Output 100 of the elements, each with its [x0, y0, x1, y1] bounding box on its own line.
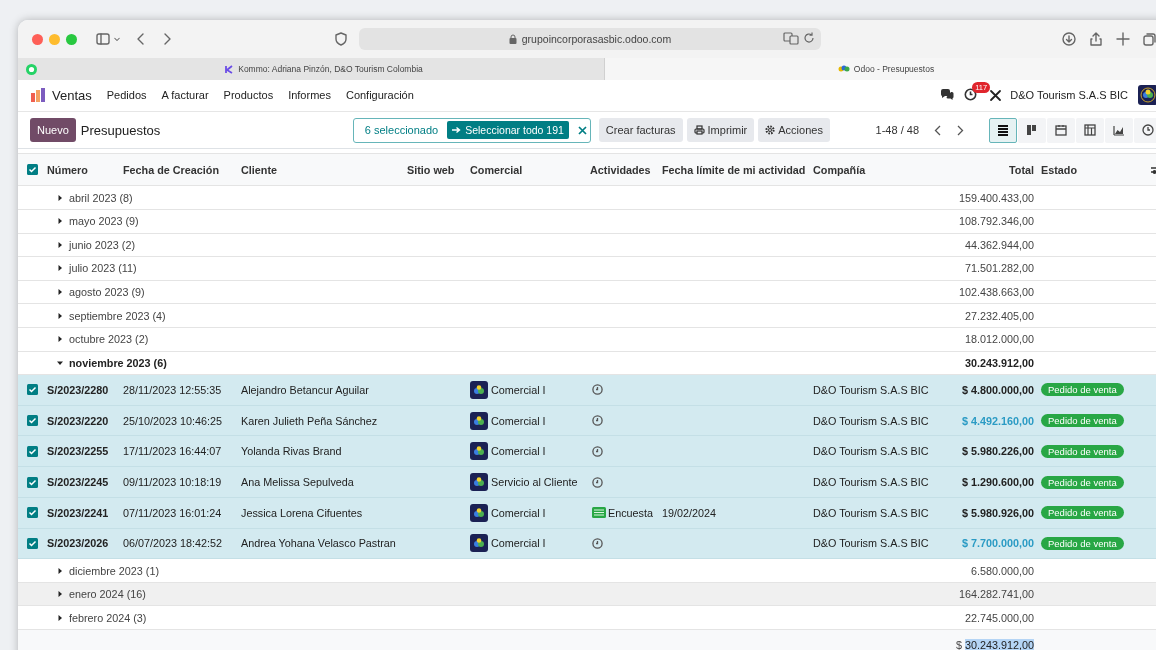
group-row[interactable]: noviembre 2023 (6) 30.243.912,00 — [18, 351, 1156, 376]
group-row[interactable]: abril 2023 (8) 159.400.433,00 — [18, 186, 1156, 210]
caret-icon[interactable] — [57, 289, 63, 295]
record-row[interactable]: S/2023/2026 06/07/2023 18:42:52 Andrea Yohana Velasco Pastran Comercial I D&O Tourism S.A.S BIC $ 7.700.000,00 Pedido de venta — [18, 528, 1156, 560]
activity-label[interactable]: Encuesta — [608, 506, 654, 519]
column-header[interactable]: Fecha límite de mi actividad — [662, 163, 813, 176]
download-icon[interactable] — [1061, 31, 1077, 47]
clock-icon[interactable] — [592, 384, 603, 396]
caret-icon[interactable] — [57, 241, 63, 248]
caret-icon[interactable] — [57, 336, 63, 343]
caret-icon[interactable] — [57, 567, 63, 574]
view-list-button[interactable] — [989, 117, 1017, 143]
caret-icon[interactable] — [57, 218, 63, 225]
menu-item[interactable]: Configuración — [345, 89, 414, 102]
address-bar[interactable]: grupoincorporasasbic.odoo.com — [359, 28, 821, 50]
group-row[interactable]: junio 2023 (2) 44.362.944,00 — [18, 233, 1156, 258]
column-header[interactable]: Estado — [1041, 163, 1135, 176]
caret-icon[interactable] — [57, 614, 63, 621]
group-row[interactable]: septiembre 2023 (4) 27.232.405,00 — [18, 304, 1156, 328]
column-header[interactable]: Fecha de Creación — [123, 163, 241, 176]
group-total: 108.792.346,00 — [957, 215, 1034, 228]
checkbox[interactable] — [27, 476, 38, 488]
action-button[interactable]: Acciones — [758, 118, 830, 143]
checkbox[interactable] — [27, 445, 38, 457]
checkbox[interactable] — [27, 384, 38, 396]
user-avatar[interactable] — [1138, 85, 1156, 106]
caret-icon[interactable] — [57, 359, 63, 366]
tab-overview-icon[interactable] — [1142, 31, 1156, 47]
checkbox[interactable] — [27, 164, 38, 176]
app-logo-icon[interactable] — [30, 87, 46, 104]
shield-icon[interactable] — [333, 31, 349, 47]
browser-tab[interactable]: Odoo - Presupuestos — [605, 58, 1156, 80]
table-cell-text: D&O Tourism S.A.S BIC — [813, 414, 930, 427]
group-label: septiembre 2023 (4) — [69, 309, 166, 322]
sidebar-icon[interactable] — [95, 31, 111, 47]
group-row[interactable]: mayo 2023 (9) 108.792.346,00 — [18, 209, 1156, 234]
clock-icon[interactable] — [592, 476, 603, 488]
close-window-button[interactable] — [32, 33, 43, 45]
column-header[interactable]: Total — [940, 163, 1034, 176]
column-header[interactable]: Cliente — [241, 163, 407, 176]
clock-icon[interactable] — [592, 537, 603, 549]
caret-icon[interactable] — [57, 591, 63, 598]
group-row[interactable]: diciembre 2023 (1) 6.580.000,00 — [18, 559, 1156, 583]
group-row[interactable]: julio 2023 (11) 71.501.282,00 — [18, 257, 1156, 281]
clock-icon[interactable] — [592, 415, 603, 427]
table-cell-text: Ana Melissa Sepulveda — [241, 476, 355, 488]
app-name[interactable]: Ventas — [52, 87, 92, 103]
next-icon[interactable] — [956, 124, 964, 136]
group-total: 18.012.000,00 — [963, 333, 1034, 346]
menu-item[interactable]: Informes — [288, 89, 331, 102]
select-all-button[interactable]: Seleccionar todo 191 — [447, 121, 569, 140]
caret-icon[interactable] — [57, 265, 63, 272]
share-icon[interactable] — [1088, 31, 1104, 47]
record-row[interactable]: S/2023/2255 17/11/2023 16:44:07 Yolanda Rivas Brand Comercial I D&O Tourism S.A.S BIC $ 5.980.226,00 Pedido de venta — [18, 436, 1156, 468]
action-button[interactable]: Imprimir — [686, 118, 755, 143]
table-cell-text: Jessica Lorena Cifuentes — [241, 506, 364, 519]
pager-text[interactable]: 1-48 / 48 — [875, 124, 919, 137]
record-row[interactable]: S/2023/2280 28/11/2023 12:55:35 Alejandro Betancur Aguilar Comercial I D&O Tourism S.A.S BIC $ 4.800.000,00 Pedido de venta — [18, 375, 1156, 406]
new-button[interactable]: Nuevo — [30, 118, 76, 143]
group-row[interactable]: enero 2024 (16) 164.282.741,00 — [18, 582, 1156, 607]
view-activity-button[interactable] — [1134, 117, 1156, 143]
view-graph-button[interactable] — [1105, 117, 1133, 143]
checkbox[interactable] — [27, 415, 38, 427]
chat-bubbles-icon[interactable] — [940, 89, 955, 102]
status-badge: Pedido de venta — [1041, 475, 1124, 489]
translate-icon[interactable] — [783, 31, 799, 45]
checkbox[interactable] — [27, 537, 38, 549]
column-header[interactable]: Comercial — [470, 163, 590, 176]
view-calendar-button[interactable] — [1047, 117, 1075, 143]
clock-icon[interactable] — [592, 445, 603, 457]
menu-item[interactable]: Pedidos — [106, 89, 147, 102]
company-switcher[interactable]: D&O Tourism S.A.S BIC — [1010, 89, 1128, 102]
table-cell-text: S/2023/2220 — [47, 414, 110, 427]
record-row[interactable]: S/2023/2245 09/11/2023 10:18:19 Ana Melissa Sepulveda Servicio al Cliente D&O Tourism S.A.S BIC $ 1.290.600,00 Pedido de venta — [18, 467, 1156, 498]
caret-icon[interactable] — [57, 194, 63, 201]
group-row[interactable]: octubre 2023 (2) 18.012.000,00 — [18, 327, 1156, 352]
record-row[interactable]: S/2023/2220 25/10/2023 10:46:25 Karen Julieth Peña Sánchez Comercial I D&O Tourism S.A.S BIC $ 4.492.160,00 Pedido de venta — [18, 405, 1156, 437]
previous-icon[interactable] — [934, 124, 942, 136]
column-header[interactable]: Sitio web — [407, 163, 470, 176]
menu-item[interactable]: Productos — [223, 89, 274, 102]
menu-item[interactable]: A facturar — [161, 89, 209, 102]
close-icon[interactable] — [577, 125, 587, 135]
reload-icon[interactable] — [803, 31, 815, 45]
table-cell-text: $ 1.290.600,00 — [960, 476, 1034, 488]
group-row[interactable]: febrero 2024 (3) 22.745.000,00 — [18, 606, 1156, 630]
action-button[interactable]: Crear facturas — [598, 118, 683, 143]
group-row[interactable]: agosto 2023 (9) 102.438.663,00 — [18, 280, 1156, 305]
clock-icon[interactable] — [964, 87, 978, 101]
checkbox[interactable] — [27, 507, 38, 519]
column-header[interactable]: Número — [47, 163, 123, 176]
view-kanban-button[interactable] — [1018, 117, 1046, 143]
new-tab-icon[interactable] — [1115, 31, 1131, 47]
printer-icon — [693, 125, 705, 136]
column-header[interactable]: Actividades — [590, 163, 662, 176]
record-row[interactable]: S/2023/2241 07/11/2023 16:01:24 Jessica Lorena Cifuentes Comercial I Encuesta 19/02/2024 D&O Tourism S.A.S BIC $ 5.980.926,00 Pedido de venta — [18, 497, 1156, 529]
activity-view-icon — [1141, 123, 1155, 138]
caret-icon[interactable] — [57, 312, 63, 319]
group-total: 6.580.000,00 — [969, 564, 1034, 577]
column-header[interactable]: Compañía — [813, 163, 940, 176]
view-pivot-button[interactable] — [1076, 117, 1104, 143]
